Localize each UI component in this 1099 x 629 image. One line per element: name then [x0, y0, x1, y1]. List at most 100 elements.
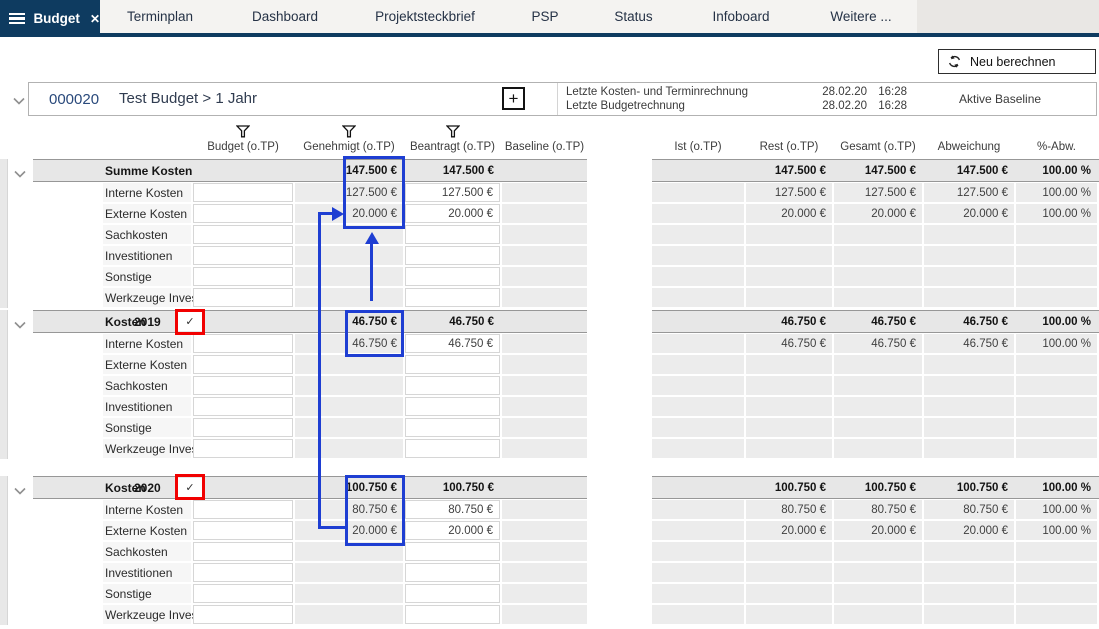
cell-budget[interactable] [193, 397, 293, 416]
cell-budget[interactable] [193, 439, 293, 458]
cell-ges [834, 376, 922, 395]
cell-gen [295, 355, 403, 374]
cell-ist [652, 204, 744, 223]
group-checkbox[interactable]: ✓ [178, 478, 202, 497]
cell-rest: 100.750 € [746, 476, 832, 499]
cell-budget[interactable] [193, 563, 293, 582]
cell-budget[interactable] [193, 225, 293, 244]
cell-pabw [1016, 439, 1097, 458]
cell-ist [652, 500, 744, 519]
chevron-down-icon[interactable] [14, 316, 26, 334]
cell-budget[interactable] [193, 542, 293, 561]
cell-base [502, 500, 587, 519]
cell-gen [295, 246, 403, 265]
cell-bea[interactable] [405, 418, 500, 437]
cell-budget[interactable] [193, 267, 293, 286]
cell-bea[interactable]: 46.750 € [405, 334, 500, 353]
cell-rest [746, 355, 832, 374]
cell-budget[interactable] [193, 605, 293, 624]
cell-base [502, 288, 587, 307]
budget-app-window: Budget ✕ TerminplanDashboardProjektsteck… [0, 0, 1099, 629]
cell-bea[interactable]: 20.000 € [405, 204, 500, 223]
cell-bea: 147.500 € [405, 159, 500, 182]
cell-budget[interactable] [193, 183, 293, 202]
cell-abw: 46.750 € [924, 334, 1014, 353]
cell-bea[interactable] [405, 288, 500, 307]
cell-rest [746, 563, 832, 582]
cell-budget[interactable] [193, 288, 293, 307]
cell-bea[interactable]: 127.500 € [405, 183, 500, 202]
cell-gen [295, 542, 403, 561]
cell-pabw [1016, 542, 1097, 561]
cell-ist [652, 542, 744, 561]
cell-budget[interactable] [193, 584, 293, 603]
cell-budget[interactable] [193, 418, 293, 437]
cell-ist [652, 584, 744, 603]
cell-ges [834, 542, 922, 561]
cell-bea[interactable] [405, 439, 500, 458]
cell-ist [652, 605, 744, 624]
cell-bea[interactable] [405, 376, 500, 395]
cell-bea[interactable] [405, 397, 500, 416]
cell-ges [834, 225, 922, 244]
table-row: Sonstige [0, 417, 1099, 438]
cell-bea[interactable]: 80.750 € [405, 500, 500, 519]
row-label: Investitionen [103, 397, 191, 416]
cell-base [502, 355, 587, 374]
cell-bea[interactable] [405, 225, 500, 244]
cell-budget[interactable] [193, 204, 293, 223]
cell-pabw [1016, 376, 1097, 395]
table-row: Interne Kosten127.500 €127.500 €127.500 … [0, 182, 1099, 203]
cell-bea[interactable] [405, 542, 500, 561]
cell-ges: 100.750 € [834, 476, 922, 499]
cell-budget[interactable] [193, 355, 293, 374]
cell-rest [746, 584, 832, 603]
row-label: Interne Kosten [103, 334, 191, 353]
cell-budget[interactable] [193, 376, 293, 395]
cell-ist [652, 521, 744, 540]
cell-budget[interactable] [193, 246, 293, 265]
table-row: Investitionen [0, 562, 1099, 583]
cell-ges [834, 418, 922, 437]
cell-gen [295, 584, 403, 603]
cell-abw [924, 267, 1014, 286]
cell-ges: 147.500 € [834, 159, 922, 182]
cell-ges [834, 288, 922, 307]
cell-gen: 127.500 € [295, 183, 403, 202]
cell-ges: 80.750 € [834, 500, 922, 519]
chevron-down-icon[interactable] [14, 482, 26, 500]
cell-ist [652, 288, 744, 307]
cell-base [502, 376, 587, 395]
cell-bea: 100.750 € [405, 476, 500, 499]
cell-base [502, 563, 587, 582]
cell-budget[interactable] [193, 521, 293, 540]
cell-ges [834, 267, 922, 286]
group-year: 2019 [134, 310, 161, 333]
cell-ist [652, 563, 744, 582]
cell-bea[interactable] [405, 355, 500, 374]
cell-base [502, 605, 587, 624]
cell-bea[interactable] [405, 605, 500, 624]
chevron-down-icon[interactable] [14, 165, 26, 183]
cell-rest [746, 542, 832, 561]
cell-budget[interactable] [193, 334, 293, 353]
table-row: Externe Kosten20.000 €20.000 €20.000 €20… [0, 520, 1099, 541]
cell-base [502, 246, 587, 265]
cell-gen [295, 605, 403, 624]
cell-bea[interactable]: 20.000 € [405, 521, 500, 540]
cell-bea[interactable] [405, 584, 500, 603]
cell-rest: 46.750 € [746, 310, 832, 333]
cell-bea[interactable] [405, 246, 500, 265]
cell-pabw: 100.00 % [1016, 500, 1097, 519]
group-checkbox[interactable]: ✓ [178, 312, 202, 331]
cell-bea[interactable] [405, 267, 500, 286]
cell-budget[interactable] [193, 500, 293, 519]
cell-bea[interactable] [405, 563, 500, 582]
cell-pabw: 100.00 % [1016, 183, 1097, 202]
cell-gen: 20.000 € [295, 521, 403, 540]
table-row-group: Summe Kosten147.500 €147.500 €147.500 €1… [0, 159, 1099, 182]
row-label: Werkzeuge Invest. [103, 605, 191, 624]
cell-rest [746, 225, 832, 244]
cell-pabw [1016, 418, 1097, 437]
row-label: Sachkosten [103, 542, 191, 561]
